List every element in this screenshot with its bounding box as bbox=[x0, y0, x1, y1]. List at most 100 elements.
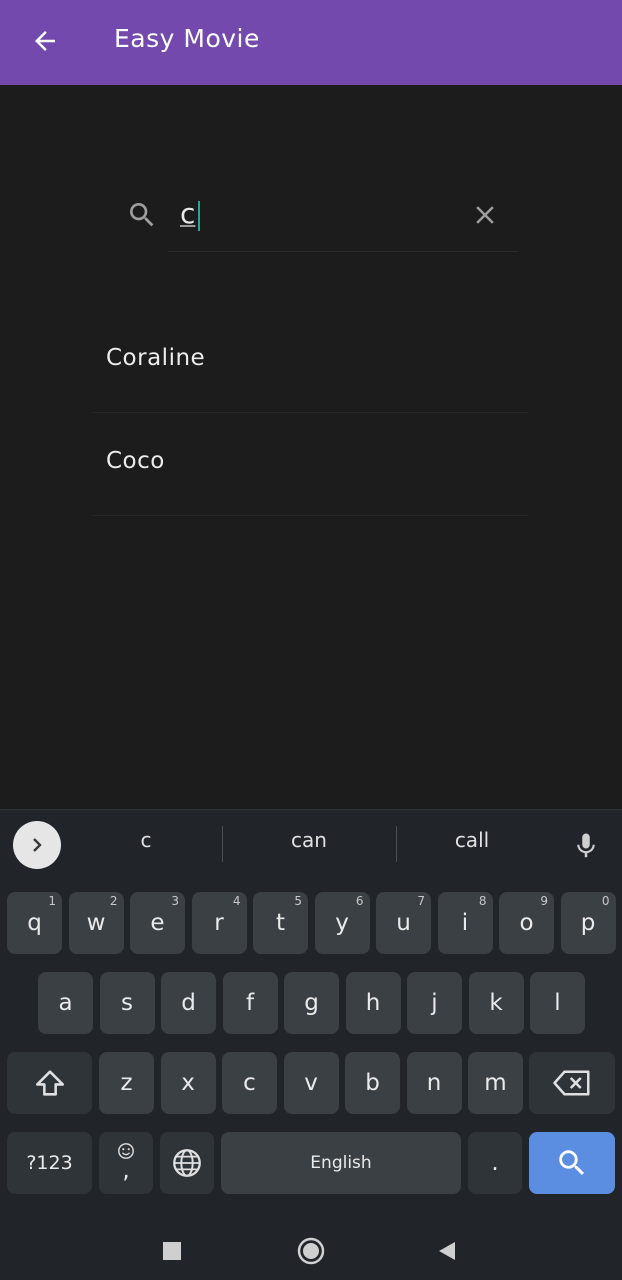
result-title: Coco bbox=[106, 448, 165, 474]
recents-button[interactable] bbox=[155, 1234, 189, 1268]
soft-keyboard: c can call q1w2e3r4t5y6u7i8o9p0asdfghjkl… bbox=[0, 809, 622, 1225]
key-x-label: x bbox=[181, 1070, 195, 1096]
globe-icon bbox=[173, 1149, 201, 1177]
key-p[interactable]: p0 bbox=[560, 892, 616, 954]
key-t[interactable]: t5 bbox=[253, 892, 308, 954]
key-c-label: c bbox=[243, 1070, 256, 1096]
suggestion-2[interactable]: can bbox=[239, 828, 379, 852]
key-hint: 1 bbox=[48, 894, 56, 908]
voice-input-button[interactable] bbox=[566, 826, 606, 866]
key-r[interactable]: r4 bbox=[191, 892, 247, 954]
result-item-coco[interactable]: Coco bbox=[92, 413, 528, 516]
key-k-label: k bbox=[489, 990, 503, 1016]
key-hint: 7 bbox=[417, 894, 425, 908]
key-hint: 0 bbox=[601, 894, 610, 908]
toolbar-expand-button[interactable] bbox=[13, 821, 61, 869]
back-button[interactable] bbox=[22, 20, 68, 62]
clear-search-button[interactable] bbox=[466, 196, 504, 234]
key-h-label: h bbox=[365, 990, 381, 1016]
key-b[interactable]: b bbox=[345, 1052, 400, 1114]
square-icon bbox=[163, 1242, 181, 1260]
key-v-label: v bbox=[304, 1070, 318, 1096]
back-nav-button[interactable] bbox=[430, 1234, 464, 1268]
key-f[interactable]: f bbox=[222, 972, 278, 1034]
key-a[interactable]: a bbox=[38, 972, 93, 1034]
key-y[interactable]: y6 bbox=[314, 892, 370, 954]
key-w-label: w bbox=[86, 910, 106, 936]
key-y-label: y bbox=[335, 910, 349, 936]
period-key-label: . bbox=[491, 1150, 499, 1176]
suggestion-divider bbox=[222, 826, 223, 862]
suggestion-3[interactable]: call bbox=[402, 828, 542, 852]
microphone-icon bbox=[577, 833, 595, 858]
key-o[interactable]: o9 bbox=[499, 892, 554, 954]
system-nav-bar bbox=[0, 1224, 622, 1280]
shift-key[interactable] bbox=[7, 1052, 92, 1114]
triangle-back-icon bbox=[439, 1242, 455, 1260]
space-key-label: English bbox=[310, 1153, 372, 1173]
key-i-label: i bbox=[461, 910, 469, 936]
key-r-label: r bbox=[214, 910, 224, 936]
key-n-label: n bbox=[426, 1070, 442, 1096]
chevron-right-icon bbox=[33, 838, 42, 852]
key-o-label: o bbox=[519, 910, 534, 936]
key-m-label: m bbox=[484, 1070, 507, 1096]
key-b-label: b bbox=[365, 1070, 380, 1096]
key-hint: 3 bbox=[171, 894, 179, 908]
symbols-key[interactable]: ?123 bbox=[7, 1132, 92, 1194]
result-item-coraline[interactable]: Coraline bbox=[92, 310, 528, 413]
search-icon bbox=[130, 203, 154, 227]
key-s[interactable]: s bbox=[99, 972, 155, 1034]
key-g[interactable]: g bbox=[284, 972, 339, 1034]
comma-emoji-key[interactable]: , bbox=[99, 1132, 153, 1194]
text-cursor bbox=[198, 201, 200, 231]
search-action-key[interactable] bbox=[529, 1132, 615, 1194]
circle-icon bbox=[297, 1237, 325, 1265]
key-a-label: a bbox=[58, 990, 73, 1016]
suggestion-bar: c can call bbox=[0, 810, 622, 880]
space-key[interactable]: English bbox=[221, 1132, 461, 1194]
key-h[interactable]: h bbox=[345, 972, 401, 1034]
key-q-label: q bbox=[27, 910, 42, 936]
language-key[interactable] bbox=[160, 1132, 214, 1194]
key-hint: 6 bbox=[355, 894, 364, 908]
key-k[interactable]: k bbox=[468, 972, 524, 1034]
backspace-key[interactable] bbox=[529, 1052, 615, 1114]
suggestion-divider bbox=[396, 826, 397, 862]
key-s-label: s bbox=[121, 990, 133, 1016]
home-button[interactable] bbox=[294, 1234, 328, 1268]
symbols-key-label: ?123 bbox=[26, 1152, 73, 1174]
suggestion-1[interactable]: c bbox=[76, 828, 216, 852]
key-c[interactable]: c bbox=[222, 1052, 277, 1114]
key-l[interactable]: l bbox=[530, 972, 585, 1034]
key-u-label: u bbox=[396, 910, 411, 936]
key-i[interactable]: i8 bbox=[437, 892, 493, 954]
key-e[interactable]: e3 bbox=[130, 892, 185, 954]
key-n[interactable]: n bbox=[406, 1052, 462, 1114]
search-query-text: c bbox=[180, 197, 196, 230]
backspace-icon bbox=[553, 1070, 590, 1096]
key-u[interactable]: u7 bbox=[376, 892, 431, 954]
key-hint: 2 bbox=[109, 894, 118, 908]
arrow-left-icon bbox=[35, 31, 55, 51]
key-d-label: d bbox=[181, 990, 196, 1016]
key-d[interactable]: d bbox=[161, 972, 216, 1034]
search-icon bbox=[559, 1150, 585, 1176]
app-title: Easy Movie bbox=[114, 24, 260, 53]
period-key[interactable]: . bbox=[468, 1132, 522, 1194]
key-p-label: p bbox=[580, 910, 596, 936]
key-v[interactable]: v bbox=[283, 1052, 339, 1114]
shift-icon bbox=[35, 1070, 64, 1096]
key-q[interactable]: q1 bbox=[7, 892, 62, 954]
app-bar: Easy Movie bbox=[0, 0, 622, 85]
key-hint: 9 bbox=[540, 894, 548, 908]
key-w[interactable]: w2 bbox=[68, 892, 124, 954]
key-z[interactable]: z bbox=[99, 1052, 154, 1114]
key-m[interactable]: m bbox=[468, 1052, 523, 1114]
key-x[interactable]: x bbox=[160, 1052, 216, 1114]
key-g-label: g bbox=[304, 990, 319, 1016]
close-icon bbox=[476, 206, 494, 224]
key-z-label: z bbox=[120, 1070, 133, 1096]
key-hint: 4 bbox=[232, 894, 241, 908]
key-j[interactable]: j bbox=[407, 972, 462, 1034]
